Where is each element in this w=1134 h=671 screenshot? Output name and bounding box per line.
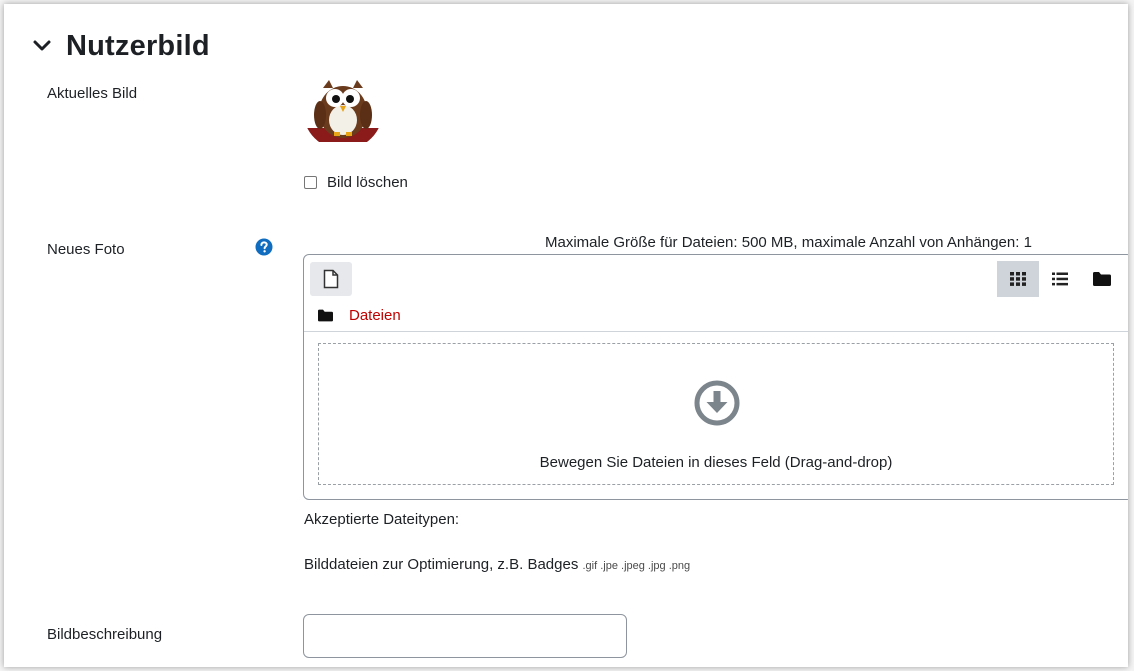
breadcrumb-files-link[interactable]: Dateien (349, 307, 401, 324)
accepted-types-description: Bilddateien zur Optimierung, z.B. Badges… (304, 556, 690, 573)
file-manager: Dateien Bewegen Sie Dateien in dieses Fe… (303, 254, 1128, 500)
folder-icon (318, 309, 333, 321)
accepted-file-extensions: .gif .jpe .jpeg .jpg .png (582, 560, 691, 572)
file-icon (323, 269, 339, 289)
drop-zone[interactable]: Bewegen Sie Dateien in dieses Feld (Drag… (318, 343, 1114, 485)
image-description-input[interactable] (303, 614, 627, 658)
breadcrumb: Dateien (304, 299, 1128, 332)
accepted-types-group: Bilddateien zur Optimierung, z.B. Badges (304, 556, 579, 573)
grid-icon (1010, 272, 1026, 286)
file-manager-toolbar (304, 255, 1128, 299)
section-title: Nutzerbild (66, 29, 210, 62)
view-list-button[interactable] (1039, 261, 1081, 297)
current-image-label: Aktuelles Bild (47, 85, 138, 102)
chevron-down-icon[interactable] (30, 34, 54, 58)
section-header[interactable]: Nutzerbild (30, 26, 210, 66)
view-switcher (997, 261, 1123, 297)
drop-zone-text: Bewegen Sie Dateien in dieses Feld (Drag… (539, 454, 893, 471)
delete-image-option[interactable]: Bild löschen (304, 174, 408, 191)
image-description-label: Bildbeschreibung (47, 626, 163, 643)
owl-avatar-icon (303, 70, 383, 150)
view-tree-button[interactable] (1081, 261, 1123, 297)
max-size-info: Maximale Größe für Dateien: 500 MB, maxi… (545, 234, 1032, 251)
add-file-button[interactable] (310, 262, 352, 296)
delete-image-label[interactable]: Bild löschen (327, 174, 408, 191)
user-picture-panel: Nutzerbild Aktuelles Bild Bild löschen N… (4, 4, 1128, 667)
question-circle-icon[interactable] (255, 238, 273, 256)
list-icon (1052, 272, 1068, 286)
arrow-circle-down-icon (694, 380, 740, 426)
new-photo-label: Neues Foto (47, 241, 125, 258)
folder-icon (1093, 272, 1111, 286)
view-icons-button[interactable] (997, 261, 1039, 297)
delete-image-checkbox[interactable] (304, 176, 317, 189)
accepted-types-heading: Akzeptierte Dateitypen: (304, 511, 460, 528)
